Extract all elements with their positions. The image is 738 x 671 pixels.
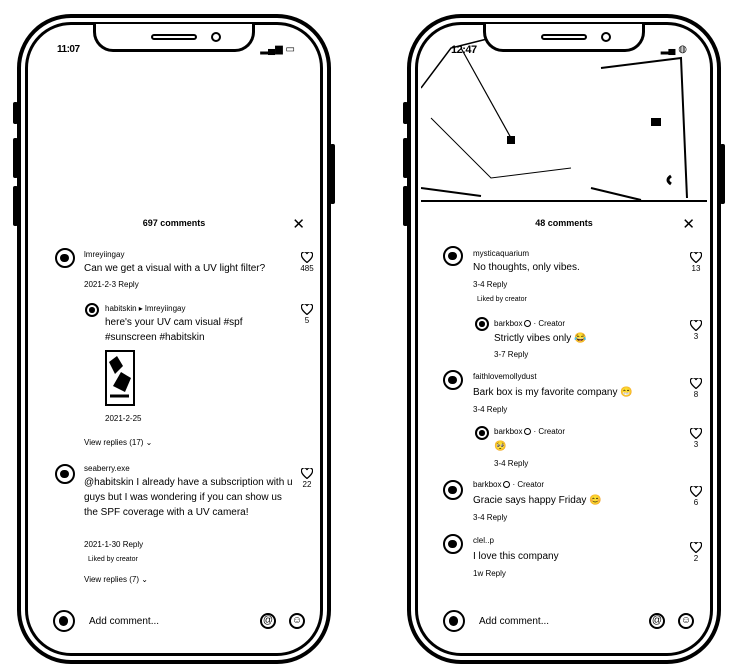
- volume-up-button: [403, 138, 408, 178]
- add-comment-input[interactable]: Add comment...: [89, 616, 159, 627]
- heart-icon: [301, 468, 313, 479]
- emoji-icon[interactable]: ☺: [289, 613, 305, 629]
- left-phone: 11:07 ▂▄▆ ▭ 697 comments ✕ lmreyiingay C…: [13, 14, 335, 664]
- like-count: 22: [302, 480, 312, 489]
- heart-icon: [301, 304, 313, 315]
- view-replies-button[interactable]: View replies (7) ⌄: [84, 575, 148, 584]
- comment-username[interactable]: habitskin ▸ lmreyiingay: [105, 304, 186, 313]
- comment-meta: 2021-2-25: [105, 414, 142, 423]
- like-count: 5: [304, 316, 310, 325]
- avatar[interactable]: [55, 248, 75, 268]
- like-button[interactable]: 485: [300, 252, 314, 273]
- right-phone: 12:47 ▂▄ ◍ 48 comments ✕ mysticaquarium …: [403, 14, 725, 664]
- volume-down-button: [13, 186, 18, 226]
- at-icon[interactable]: @: [260, 613, 276, 629]
- comment-meta[interactable]: 2021-1-30 Reply: [84, 540, 143, 549]
- comment-meta[interactable]: 2021-2-3 Reply: [84, 280, 139, 289]
- speaker: [541, 34, 587, 40]
- power-button: [720, 144, 725, 204]
- avatar[interactable]: [55, 464, 75, 484]
- mute-switch: [403, 102, 408, 124]
- comment-username[interactable]: seaberry.exe: [84, 464, 130, 473]
- power-button: [330, 144, 335, 204]
- liked-by-creator: Liked by creator: [88, 556, 138, 563]
- heart-icon: [301, 252, 313, 263]
- volume-down-button: [403, 186, 408, 226]
- like-button[interactable]: 22: [300, 468, 314, 489]
- avatar[interactable]: [85, 303, 99, 317]
- comment-username[interactable]: lmreyiingay: [84, 250, 124, 259]
- like-count: 485: [300, 264, 314, 273]
- left-screen: 697 comments ✕ lmreyiingay Can we get a …: [31, 28, 317, 650]
- mute-switch: [13, 102, 18, 124]
- image-thumbnail: [107, 352, 133, 404]
- close-icon[interactable]: ✕: [292, 215, 305, 233]
- comment-bar: Add comment... @ ☺: [31, 610, 317, 636]
- comment-text: @habitskin I already have a subscription…: [84, 477, 293, 518]
- reply-image[interactable]: [105, 350, 135, 406]
- view-replies-button[interactable]: View replies (17) ⌄: [84, 438, 152, 447]
- my-avatar: [53, 610, 75, 632]
- right-screen: 12:47 ▂▄ ◍: [421, 28, 707, 650]
- comment-text: here's your UV cam visual #spf #sunscree…: [105, 317, 243, 343]
- volume-up-button: [13, 138, 18, 178]
- comments-count: 697 comments: [142, 218, 206, 228]
- status-time: 12:47: [451, 44, 477, 56]
- comments-header: 697 comments ✕: [31, 215, 317, 234]
- like-button[interactable]: 5: [300, 304, 314, 325]
- status-battery-icon: ▂▄ ◍: [660, 44, 687, 55]
- comment-text: Can we get a visual with a UV light filt…: [84, 263, 266, 274]
- camera: [601, 32, 611, 42]
